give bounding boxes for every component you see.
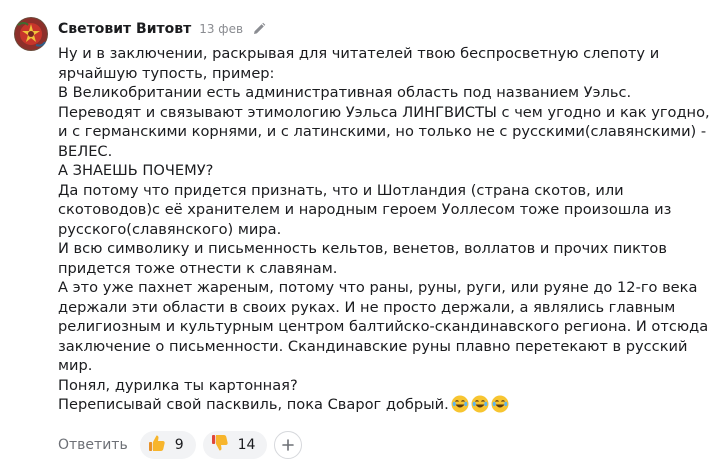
like-count: 9 xyxy=(174,437,184,453)
comment-line: мир. xyxy=(58,357,93,374)
comment-line: Да потому что придется признать, что и Ш… xyxy=(58,181,624,199)
comment-line: Переводят и связывают этимологию Уэльса … xyxy=(58,103,710,121)
author-name[interactable]: Световит Витовт xyxy=(58,21,191,37)
thumbs-down-icon xyxy=(210,433,230,457)
comment-last-line: Переписывай свой пасквиль, пока Сварог д… xyxy=(58,395,708,419)
grinning-tears-emoji xyxy=(451,395,469,419)
reply-button[interactable]: Ответить xyxy=(58,437,128,453)
comment-line: и с германскими корнями, и с латинскими,… xyxy=(58,123,707,140)
comment-body: Ну и в заключении, раскрывая для читател… xyxy=(58,44,710,419)
comment-header: Световит Витовт 13 фев xyxy=(58,19,266,39)
comment-actions: Ответить 9 14 xyxy=(58,431,303,459)
comment-line: А это уже пахнет жареным, потому что ран… xyxy=(58,279,698,296)
comment-line: русского(славянского) мира. xyxy=(58,220,282,238)
thumbs-up-icon xyxy=(147,433,167,457)
comment-line: И всю символику и письменность кельтов, … xyxy=(58,240,667,257)
dislike-count: 14 xyxy=(237,437,256,453)
comment-line: ВЕЛЕС. xyxy=(58,142,113,160)
comment-date: 13 фев xyxy=(199,22,244,36)
add-reaction-button[interactable] xyxy=(274,431,303,459)
grinning-tears-emoji xyxy=(491,395,509,419)
plus-icon xyxy=(282,436,295,455)
comment-line: А ЗНАЕШЬ ПОЧЕМУ? xyxy=(58,162,214,179)
comment-line: В Великобритании есть административная о… xyxy=(58,84,632,101)
comment-line: заключение о письменности. Скандинавские… xyxy=(58,337,688,355)
comment-line: Переписывай свой пасквиль, пока Сварог д… xyxy=(58,396,449,413)
comment-line: скотоводов)с её хранителем и народным ге… xyxy=(58,201,672,218)
comment-line: религиозным и культурным центром балтийс… xyxy=(58,318,709,335)
comment-line: держали эти области в своих руках. И не … xyxy=(58,298,676,316)
comment-line: ярчайшую тупость, пример: xyxy=(58,64,275,82)
comment-line: Понял, дурилка ты картонная? xyxy=(58,376,298,394)
comment-line: придется тоже отнести к славянам. xyxy=(58,259,338,277)
dislike-button[interactable]: 14 xyxy=(202,431,268,459)
grinning-tears-emoji xyxy=(471,395,489,419)
avatar[interactable] xyxy=(14,17,48,51)
like-button[interactable]: 9 xyxy=(139,431,196,459)
pencil-icon[interactable] xyxy=(252,22,266,36)
comment-line: Ну и в заключении, раскрывая для читател… xyxy=(58,45,660,62)
avatar-image xyxy=(14,17,48,51)
